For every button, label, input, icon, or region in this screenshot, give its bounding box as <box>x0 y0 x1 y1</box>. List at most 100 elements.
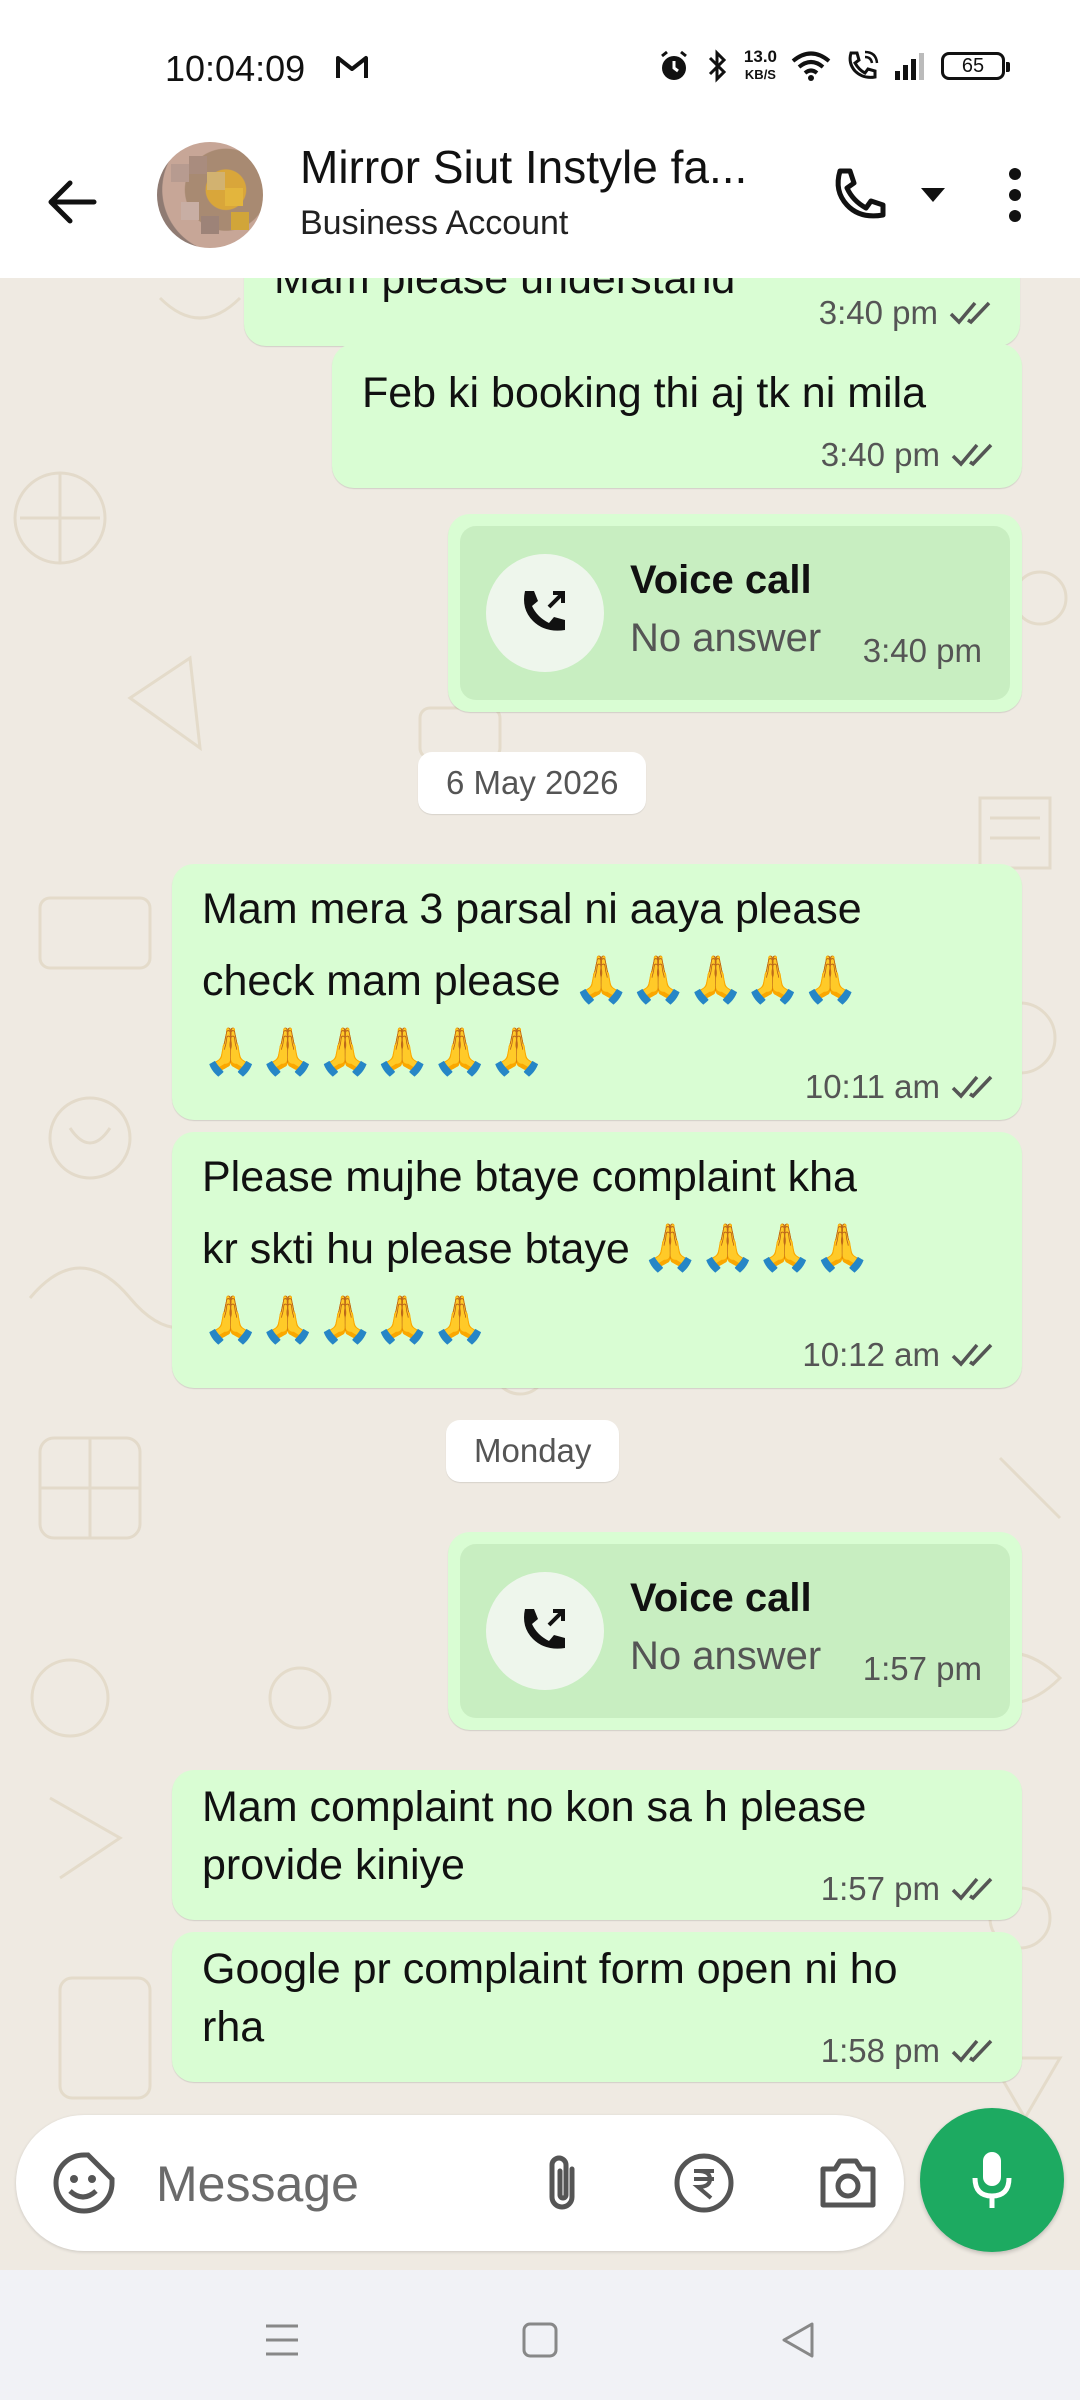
gmail-icon <box>335 54 369 85</box>
emoji-row: 🙏🙏🙏🙏🙏🙏 <box>202 1025 546 1077</box>
voice-call-button[interactable] <box>825 160 895 230</box>
emoji-row: 🙏🙏🙏🙏🙏 <box>572 953 859 1005</box>
contact-subtitle: Business Account <box>300 204 569 242</box>
message-meta: 10:11 am <box>805 1068 1000 1106</box>
call-status: No answer <box>630 616 822 660</box>
call-title: Voice call <box>630 1576 812 1620</box>
message-time: 3:40 pm <box>820 436 940 473</box>
message-meta: 3:40 pm <box>819 294 998 332</box>
message-line: kr skti hu please btaye 🙏🙏🙏🙏 <box>202 1221 871 1273</box>
call-card: Voice call No answer 3:40 pm <box>460 526 1010 700</box>
message-text: Please mujhe btaye complaint kha kr skti… <box>202 1142 871 1356</box>
emoji-row: 🙏🙏🙏🙏 <box>641 1221 871 1273</box>
message-line: provide kiniye <box>202 1841 465 1889</box>
signal-icon <box>895 53 924 80</box>
message-compose-bar <box>16 2115 904 2251</box>
call-card: Voice call No answer 1:57 pm <box>460 1544 1010 1718</box>
system-nav-bar <box>0 2270 1080 2400</box>
message-time: 1:57 pm <box>820 1870 940 1907</box>
message-bubble-outgoing[interactable]: Google pr complaint form open ni ho rha … <box>172 1932 1022 2082</box>
message-time: 1:58 pm <box>820 2032 940 2069</box>
message-meta: 1:57 pm <box>821 1870 1000 1908</box>
message-meta: 1:58 pm <box>821 2032 1000 2070</box>
message-meta: 10:12 am <box>802 1336 1000 1374</box>
back-nav-icon <box>782 2322 814 2358</box>
message-text: Mam complaint no kon sa h please provide… <box>202 1778 866 1894</box>
menu-icon <box>266 2324 298 2356</box>
status-icons: 13.0 KB/S 65 <box>656 47 1010 84</box>
call-status: No answer <box>630 1634 822 1678</box>
date-separator: Monday <box>446 1420 620 1482</box>
bluetooth-icon <box>708 49 727 83</box>
more-options-button[interactable] <box>995 160 1035 230</box>
double-check-icon <box>951 1877 993 1901</box>
chat-header: Mirror Siut Instyle fa... Business Accou… <box>0 130 1080 278</box>
contact-name[interactable]: Mirror Siut Instyle fa... <box>300 140 800 194</box>
call-title: Voice call <box>630 558 812 602</box>
message-text: Mam please understand <box>274 278 736 303</box>
call-options-dropdown[interactable] <box>913 180 953 210</box>
voice-message-button[interactable] <box>920 2108 1064 2252</box>
message-line: rha <box>202 2003 265 2051</box>
attach-icon <box>549 2155 575 2210</box>
sticker-button[interactable] <box>52 2151 116 2220</box>
status-time: 10:04:09 <box>165 48 306 89</box>
camera-icon <box>820 2158 876 2208</box>
emoji-row: 🙏🙏🙏🙏🙏 <box>202 1293 489 1345</box>
wifi-call-icon <box>848 50 879 79</box>
status-bar: 10:04:09 13.0 KB/S 65 <box>0 0 1080 130</box>
date-separator: 6 May 2026 <box>418 752 647 814</box>
message-text: Google pr complaint form open ni ho rha <box>202 1940 898 2056</box>
message-text: Mam mera 3 parsal ni aaya please check m… <box>202 874 862 1088</box>
call-time: 3:40 pm <box>862 632 982 669</box>
chat-area[interactable]: Mam please understand 3:40 pm Feb ki boo… <box>0 278 1080 2270</box>
chevron-down-icon <box>921 188 945 202</box>
call-icon-circle <box>486 1572 604 1690</box>
message-input[interactable] <box>154 2145 488 2223</box>
double-check-icon <box>951 443 993 467</box>
alarm-icon <box>660 50 687 80</box>
recent-apps-button[interactable] <box>252 2310 312 2370</box>
double-check-icon <box>951 1075 993 1099</box>
avatar[interactable] <box>157 142 263 248</box>
wifi-icon <box>791 51 831 81</box>
message-text: Feb ki booking thi aj tk ni mila <box>362 369 927 417</box>
message-time: 10:11 am <box>804 1068 940 1105</box>
sticker-icon <box>53 2152 115 2214</box>
rupee-icon <box>674 2153 734 2213</box>
double-check-icon <box>949 301 991 325</box>
message-bubble-outgoing[interactable]: Mam please understand 3:40 pm <box>244 278 1020 346</box>
outgoing-call-icon <box>524 591 565 631</box>
phone-icon <box>835 168 886 219</box>
payment-button[interactable] <box>666 2145 742 2221</box>
back-button[interactable] <box>40 170 104 234</box>
camera-button[interactable] <box>810 2145 886 2221</box>
battery-indicator: 65 <box>941 52 1010 80</box>
message-time: 3:40 pm <box>818 294 938 331</box>
message-time: 10:12 am <box>802 1336 940 1373</box>
call-bubble[interactable]: Voice call No answer 1:57 pm <box>448 1532 1022 1730</box>
message-line: check mam please 🙏🙏🙏🙏🙏 <box>202 953 859 1005</box>
double-check-icon <box>951 2039 993 2063</box>
message-line: Mam mera 3 parsal ni aaya please <box>202 885 862 933</box>
message-bubble-outgoing[interactable]: Mam mera 3 parsal ni aaya please check m… <box>172 864 1022 1120</box>
back-nav-button[interactable] <box>768 2310 828 2370</box>
message-line: Mam complaint no kon sa h please <box>202 1783 867 1831</box>
mic-icon <box>972 2152 1012 2208</box>
message-bubble-outgoing[interactable]: Mam complaint no kon sa h please provide… <box>172 1770 1022 1920</box>
net-speed: 13.0 KB/S <box>743 47 777 83</box>
back-arrow-icon <box>48 180 97 224</box>
more-vert-icon <box>1009 168 1021 222</box>
home-icon <box>522 2322 558 2358</box>
message-bubble-outgoing[interactable]: Please mujhe btaye complaint kha kr skti… <box>172 1132 1022 1388</box>
message-meta: 3:40 pm <box>821 436 1000 474</box>
attach-button[interactable] <box>524 2145 600 2221</box>
call-bubble[interactable]: Voice call No answer 3:40 pm <box>448 514 1022 712</box>
call-time: 1:57 pm <box>862 1650 982 1687</box>
home-button[interactable] <box>510 2310 570 2370</box>
outgoing-call-icon <box>524 1609 565 1649</box>
message-bubble-outgoing[interactable]: Feb ki booking thi aj tk ni mila 3:40 pm <box>332 344 1022 488</box>
call-icon-circle <box>486 554 604 672</box>
double-check-icon <box>951 1343 993 1367</box>
message-line: Please mujhe btaye complaint kha <box>202 1153 857 1201</box>
